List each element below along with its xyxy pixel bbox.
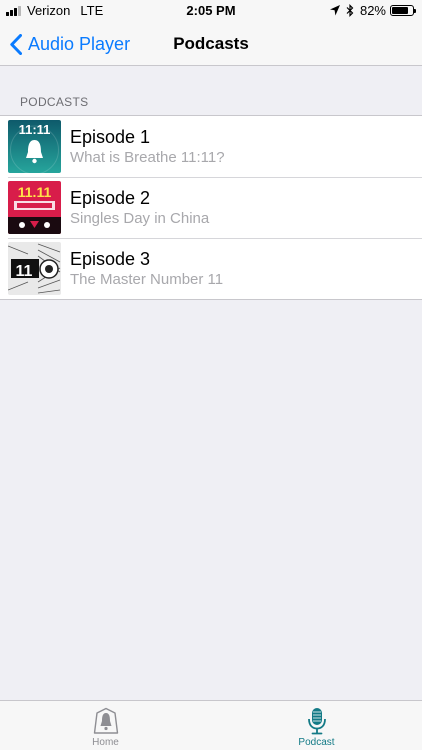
tab-podcast[interactable]: Podcast xyxy=(211,701,422,750)
back-button[interactable]: Audio Player xyxy=(10,22,130,66)
section-header: PODCASTS xyxy=(20,95,89,109)
episode-row-2[interactable]: 11.11 Episode 2 Singles Day in China xyxy=(0,177,422,238)
episode-2-art-text: 11.11 xyxy=(18,184,52,200)
battery-level xyxy=(392,7,409,14)
chevron-left-icon xyxy=(10,33,22,55)
episode-1-art-text: 11:11 xyxy=(19,122,51,137)
episode-2-subtitle: Singles Day in China xyxy=(70,210,210,227)
tab-home-label: Home xyxy=(92,737,119,748)
episode-1-subtitle: What is Breathe 11:11? xyxy=(70,149,225,166)
episode-2-title: Episode 2 xyxy=(70,188,151,208)
tab-bar: Home Podcast xyxy=(0,700,422,750)
episode-1-title: Episode 1 xyxy=(70,127,151,147)
episode-row-1[interactable]: 11:11 Episode 1 What is Breathe 11:11? xyxy=(0,116,422,177)
battery-percent: 82% xyxy=(359,3,386,18)
tab-podcast-label: Podcast xyxy=(298,737,335,748)
status-right: 82% xyxy=(329,3,416,18)
tab-home[interactable]: Home xyxy=(0,701,211,750)
back-button-label: Audio Player xyxy=(28,33,131,54)
bluetooth-icon xyxy=(346,4,354,17)
episode-3-artwork: 11 xyxy=(8,242,61,295)
battery-icon xyxy=(390,5,416,16)
episode-3-title: Episode 3 xyxy=(70,249,151,269)
episode-2-text: Episode 2 Singles Day in China xyxy=(70,187,209,228)
episode-2-artwork: 11.11 xyxy=(8,181,61,234)
navigation-bar: Audio Player Podcasts xyxy=(0,22,422,66)
episode-3-art-text: 11 xyxy=(16,263,33,280)
episode-1-artwork: 11:11 xyxy=(8,120,61,173)
episode-row-3[interactable]: 11 Episode 3 The Master Number 11 xyxy=(0,238,422,299)
episode-3-text: Episode 3 The Master Number 11 xyxy=(70,248,223,289)
episode-3-subtitle: The Master Number 11 xyxy=(70,271,224,288)
location-arrow-icon xyxy=(329,5,340,16)
status-bar: Verizon LTE 2:05 PM 82% xyxy=(0,0,422,22)
bell-icon xyxy=(93,707,118,734)
episode-1-text: Episode 1 What is Breathe 11:11? xyxy=(70,126,225,167)
microphone-icon xyxy=(307,708,326,735)
episode-list: 11:11 Episode 1 What is Breathe 11:11? 1… xyxy=(0,115,422,300)
